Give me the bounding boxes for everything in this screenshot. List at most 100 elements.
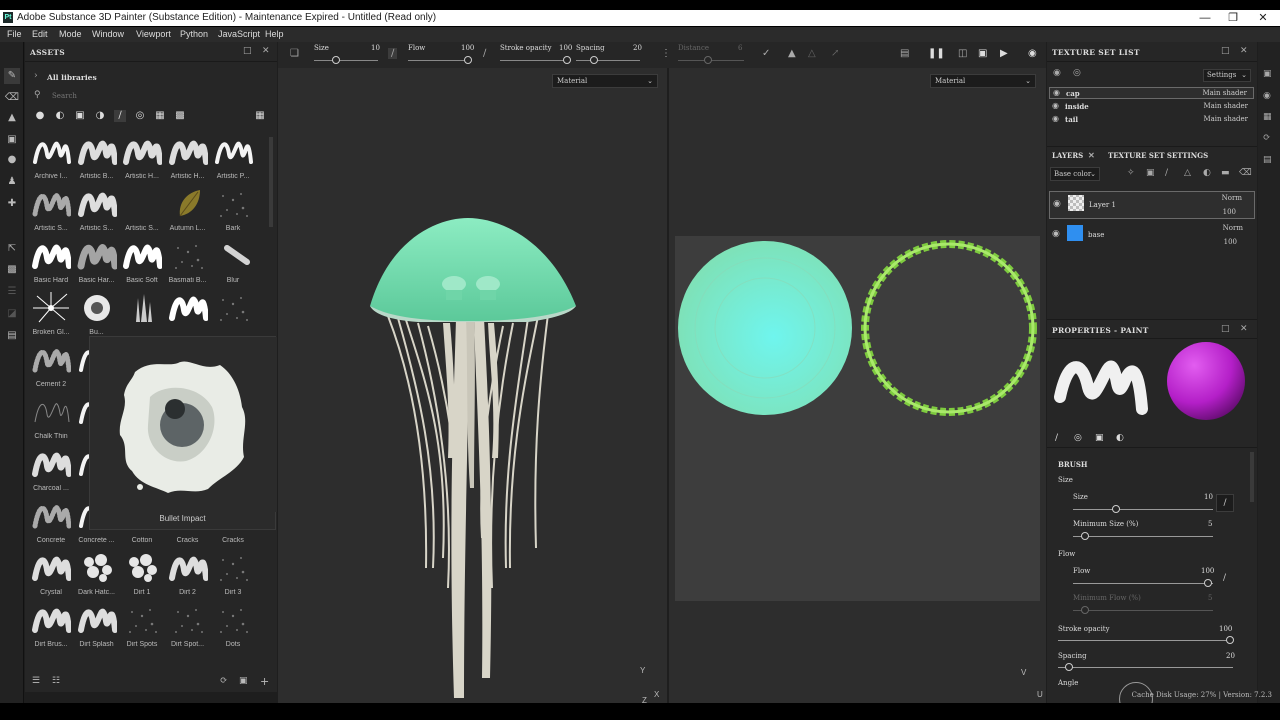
asset-item[interactable]: Charcoal ... [28, 446, 74, 498]
brush-tab-icon[interactable]: ∕ [1055, 433, 1058, 443]
asset-item[interactable]: Dirt Splash [74, 602, 120, 654]
shader-label[interactable]: Main shader [1203, 115, 1248, 123]
asset-item[interactable] [119, 290, 165, 342]
prop-minsize-value[interactable]: 5 [1208, 520, 1212, 528]
shader-label[interactable]: Main shader [1202, 89, 1247, 97]
viewport-3d[interactable]: Material ⌄ Y X Z [278, 68, 667, 705]
stroke-mode-icon[interactable]: ✓ [762, 48, 770, 59]
texture-set-row[interactable]: ◉ cap Main shader [1049, 87, 1254, 99]
asset-item[interactable]: Dirt 2 [165, 550, 211, 602]
prop-flow-value[interactable]: 100 [1201, 567, 1214, 575]
toolbar-opacity-knob[interactable] [563, 56, 571, 64]
prop-spacing-knob[interactable] [1065, 663, 1073, 671]
channel-dropdown[interactable]: Base color ⌄ [1050, 167, 1100, 181]
asset-item[interactable]: Dirt 3 [210, 550, 256, 602]
asset-item[interactable]: Artistic S... [74, 186, 120, 238]
mirror-x-icon[interactable]: ▲ [788, 48, 796, 59]
add-fill-layer-icon[interactable]: △ [1184, 168, 1191, 178]
toolbar-flow-value[interactable]: 100 [461, 44, 474, 52]
smudge-icon[interactable]: ● [4, 152, 20, 168]
prop-opacity-value[interactable]: 100 [1219, 625, 1232, 633]
eye-icon[interactable]: ◉ [1053, 88, 1060, 97]
toolbar-size-value[interactable]: 10 [371, 44, 380, 52]
transform-icon[interactable]: ↗ [831, 48, 839, 59]
visibility-icon[interactable]: ◎ [1073, 68, 1081, 78]
refresh-icon[interactable]: ⟳ [220, 676, 228, 686]
texture-set-row[interactable]: ◉ tail Main shader [1049, 114, 1254, 126]
filter-grunge-icon[interactable]: ▦ [154, 110, 166, 122]
shader-label[interactable]: Main shader [1203, 102, 1248, 110]
prop-spacing-value[interactable]: 20 [1226, 652, 1235, 660]
close-icon[interactable]: ✕ [1248, 10, 1278, 26]
pen-pressure-flow-icon[interactable]: ∕ [483, 48, 486, 59]
menu-javascript[interactable]: JavaScript [218, 29, 260, 39]
filter-smart-material-icon[interactable]: ◐ [54, 110, 66, 122]
paint-brush-icon[interactable]: ✎ [4, 68, 20, 84]
import-icon[interactable]: ▣ [239, 676, 248, 686]
asset-item[interactable]: Concrete [28, 498, 74, 550]
asset-item[interactable]: Dirt Spots [119, 602, 165, 654]
add-folder-icon[interactable]: ▬ [1221, 168, 1230, 178]
prop-opacity-knob[interactable] [1226, 636, 1234, 644]
asset-item[interactable]: Chalk Thin [28, 394, 74, 446]
asset-item[interactable] [165, 290, 211, 342]
texture-set-toggle-icon[interactable]: ▣ [1263, 69, 1272, 79]
maximize-icon[interactable]: ❐ [1218, 10, 1248, 26]
pause-icon[interactable]: ❚❚ [928, 48, 945, 59]
layer-row[interactable]: ◉ Layer 1 Norm 100 [1049, 191, 1255, 219]
blend-mode[interactable]: Norm [1222, 194, 1242, 202]
polygon-fill-icon[interactable]: ▣ [4, 132, 20, 148]
prop-size-value[interactable]: 10 [1204, 493, 1213, 501]
search-input[interactable]: Search [52, 92, 77, 100]
add-effect-icon[interactable]: ✧ [1127, 168, 1135, 178]
display-icon[interactable]: ◪ [4, 306, 20, 322]
properties-scrollbar[interactable] [1250, 452, 1254, 502]
filter-material-icon[interactable]: ● [34, 110, 46, 122]
toolbar-flow-slider[interactable] [408, 60, 470, 61]
asset-item[interactable]: Artistic B... [74, 134, 120, 186]
add-mask-icon[interactable]: ▣ [1146, 168, 1155, 178]
texture-set-row[interactable]: ◉ inside Main shader [1049, 101, 1254, 113]
settings-dropdown[interactable]: Settings ⌄ [1203, 69, 1251, 82]
layer-opacity[interactable]: 100 [1223, 208, 1236, 216]
toolbar-spacing-knob[interactable] [590, 56, 598, 64]
asset-item[interactable]: Artistic P... [210, 134, 256, 186]
filter-alpha-icon[interactable]: ◎ [134, 110, 146, 122]
layer-opacity[interactable]: 100 [1224, 238, 1237, 246]
asset-item[interactable]: Basic Har... [74, 238, 120, 290]
material-tab-icon[interactable]: ◐ [1116, 433, 1124, 443]
delete-layer-icon[interactable]: ⌫ [1239, 168, 1252, 178]
alpha-tab-icon[interactable]: ◎ [1074, 433, 1082, 443]
menu-mode[interactable]: Mode [59, 29, 82, 39]
asset-item[interactable]: Dots [210, 602, 256, 654]
close-panel-icon[interactable]: ✕ [1240, 324, 1248, 334]
asset-item[interactable]: Basic Hard [28, 238, 74, 290]
close-panel-icon[interactable]: ✕ [262, 46, 270, 56]
lazy-mouse-icon[interactable]: ⋮ [661, 48, 671, 59]
asset-item[interactable]: Cement 2 [28, 342, 74, 394]
split-view-icon[interactable]: ◫ [958, 48, 967, 59]
pen-pressure-icon[interactable]: ∕ [388, 48, 398, 59]
asset-item[interactable]: Basmati B... [165, 238, 211, 290]
minimize-icon[interactable]: — [1190, 10, 1220, 26]
asset-item[interactable]: Basic Soft [119, 238, 165, 290]
asset-item[interactable]: Dirt 1 [119, 550, 165, 602]
sort-icon[interactable]: ☷ [52, 676, 60, 686]
camera-icon[interactable]: ▶ [1000, 48, 1008, 59]
eye-icon[interactable]: ◉ [1052, 101, 1059, 110]
cube-view-icon[interactable]: ▣ [978, 48, 987, 59]
asset-item[interactable]: Autumn L... [165, 186, 211, 238]
assets-scrollbar[interactable] [269, 137, 273, 227]
viewport-2d[interactable]: Material ⌄ V U [669, 68, 1046, 703]
log-icon[interactable]: ▤ [1263, 155, 1272, 165]
toolbar-opacity-slider[interactable] [500, 60, 570, 61]
add-icon[interactable]: + [260, 675, 269, 688]
prop-flow-slider[interactable] [1073, 583, 1213, 584]
pen-pressure-flow-prop-icon[interactable]: ∕ [1223, 573, 1226, 583]
filter-list-icon[interactable]: ☰ [32, 676, 40, 686]
history-toggle-icon[interactable]: ⟳ [1263, 133, 1271, 143]
toolbar-spacing-slider[interactable] [576, 60, 640, 61]
menu-viewport[interactable]: Viewport [136, 29, 171, 39]
asset-item[interactable]: Artistic S... [119, 186, 165, 238]
prop-opacity-slider[interactable] [1058, 640, 1233, 641]
